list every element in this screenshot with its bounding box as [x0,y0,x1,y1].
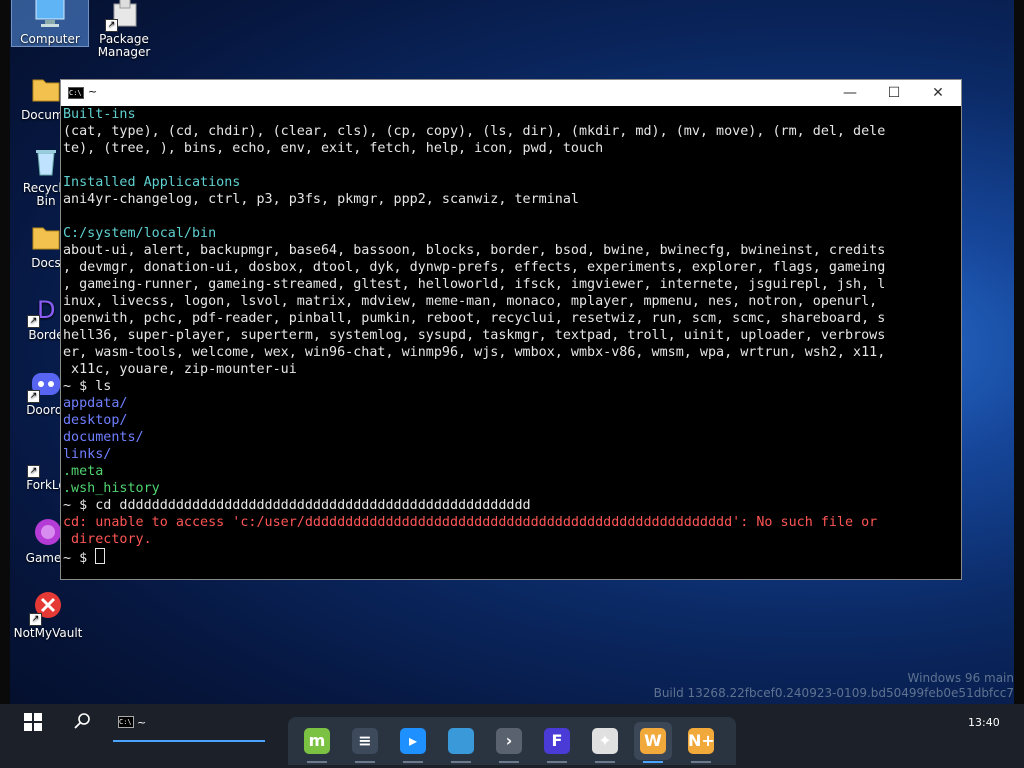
close-button[interactable]: ✕ [915,80,961,106]
watermark-line-1: Windows 96 main [907,671,1014,685]
dock-item[interactable]: ≡ [346,722,384,763]
n-plus-icon: N+ [688,728,715,754]
dock-item[interactable]: › [490,722,528,763]
terminal-arrow-icon: › [496,728,522,754]
running-indicator [355,761,375,763]
taskbar-item-label: ~ [137,716,147,729]
f-app-icon: F [544,728,570,754]
search-button[interactable] [74,712,94,732]
build-watermark: Windows 96 main Build 13268.22fbcef0.240… [654,671,1014,701]
terminal-line: (cat, type), (cd, chdir), (clear, cls), … [63,124,886,139]
desktop-icon-computer[interactable]: Computer [11,0,89,47]
desktop-icon-label: NotMyVault [13,626,83,640]
taskbar-item-terminal[interactable]: C:\ ~ [113,708,265,742]
terminal-title-bar[interactable]: C:\ ~ — ☐ ✕ [61,80,961,106]
computer-icon [33,0,67,30]
terminal-line: desktop/ [63,413,128,428]
terminal-prompt-line[interactable]: ~ $ [63,548,959,566]
running-indicator [691,761,711,763]
dock-item[interactable]: W [634,722,672,763]
terminal-line: ~ $ cd ddddddddddddddddddddddddddddddddd… [63,498,531,513]
recycle-bin-icon [29,145,63,179]
search-icon [74,713,90,729]
terminal-line: hell36, super-player, superterm, systeml… [63,328,886,343]
running-indicator [643,761,663,763]
game-console-icon: ✦ [592,728,618,754]
maximize-button[interactable]: ☐ [871,80,917,106]
folder-icon [448,728,474,754]
running-indicator [547,761,567,763]
app-dock: m ≡ ▸ › F ✦ W N+ [288,717,736,765]
terminal-line: ani4yr-changelog, ctrl, p3, p3fs, pkmgr,… [63,192,579,207]
discord-icon: ↗ [27,367,63,403]
terminal-line: , gameing-runner, gameing-streamed, glte… [63,277,886,292]
terminal-output[interactable]: Built-ins (cat, type), (cd, chdir), (clea… [61,106,961,580]
border-app-icon: D ↗ [27,292,63,328]
terminal-icon: C:\ [68,87,84,99]
terminal-line: C:/system/local/bin [63,226,217,241]
dock-item[interactable]: ▸ [394,722,432,763]
dock-item[interactable]: F [538,722,576,763]
running-indicator [307,761,327,763]
running-indicator [499,761,519,763]
start-button[interactable] [24,713,44,733]
terminal-line: directory. [63,532,152,547]
folder-icon [29,72,63,106]
active-indicator [113,740,265,742]
desktop-icon-notmyvault[interactable]: ↗ NotMyVault [10,590,86,640]
terminal-line: Built-ins [63,107,136,122]
desktop-icon-label: Computer [20,32,80,46]
minimize-button[interactable]: — [827,80,873,106]
terminal-line: .meta [63,464,104,479]
terminal-line: documents/ [63,430,144,445]
terminal-line: inux, livecss, logon, lsvol, matrix, mdv… [63,294,878,309]
dock-item[interactable]: ✦ [586,722,624,763]
terminal-line: about-ui, alert, backupmgr, base64, bass… [63,243,886,258]
terminal-line: te), (tree, ), bins, echo, env, exit, fe… [63,141,604,156]
folder-icon [29,220,63,254]
window-title: ~ [88,85,98,98]
terminal-line: x11c, youare, zip-mounter-ui [63,362,297,377]
terminal-icon: C:\ [118,716,134,728]
game-icon [29,515,63,549]
desktop-icon-label: Package Manager [97,32,151,59]
linux-mint-icon: m [304,728,330,754]
settings-sliders-icon: ≡ [352,728,378,754]
terminal-window[interactable]: C:\ ~ — ☐ ✕ Built-ins (cat, type), (cd, c… [60,79,962,580]
terminal-line: .wsh_history [63,481,160,496]
terminal-line: er, wasm-tools, welcome, wex, win96-chat… [63,345,886,360]
terminal-line: openwith, pchc, pdf-reader, pinball, pum… [63,311,886,326]
terminal-line: Installed Applications [63,175,241,190]
windows-logo-icon [24,713,42,731]
error-x-icon: ↗ [29,590,65,626]
prompt-text: ~ $ [63,551,96,566]
w-app-icon: W [640,728,666,754]
running-indicator [403,761,423,763]
store-icon: ▸ [400,728,426,754]
terminal-line: appdata/ [63,396,128,411]
terminal-line: links/ [63,447,112,462]
dock-item[interactable]: N+ [682,722,720,763]
text-cursor [95,548,106,564]
running-indicator [595,761,615,763]
terminal-line: cd: unable to access 'c:/user/dddddddddd… [63,515,878,530]
running-indicator [451,761,471,763]
terminal-line: , devmgr, donation-ui, dosbox, dtool, dy… [63,260,886,275]
shortcut-icon: ↗ [27,442,63,478]
watermark-line-2: Build 13268.22fbcef0.240923-0109.bd50499… [653,686,1014,700]
desktop-icon-package-manager[interactable]: ↗ Package Manager [86,0,162,59]
clock: 13:40 [968,716,1000,729]
dock-item[interactable] [442,722,480,763]
dock-item[interactable]: m [298,722,336,763]
package-icon: ↗ [105,0,141,32]
terminal-line: ~ $ ls [63,379,112,394]
